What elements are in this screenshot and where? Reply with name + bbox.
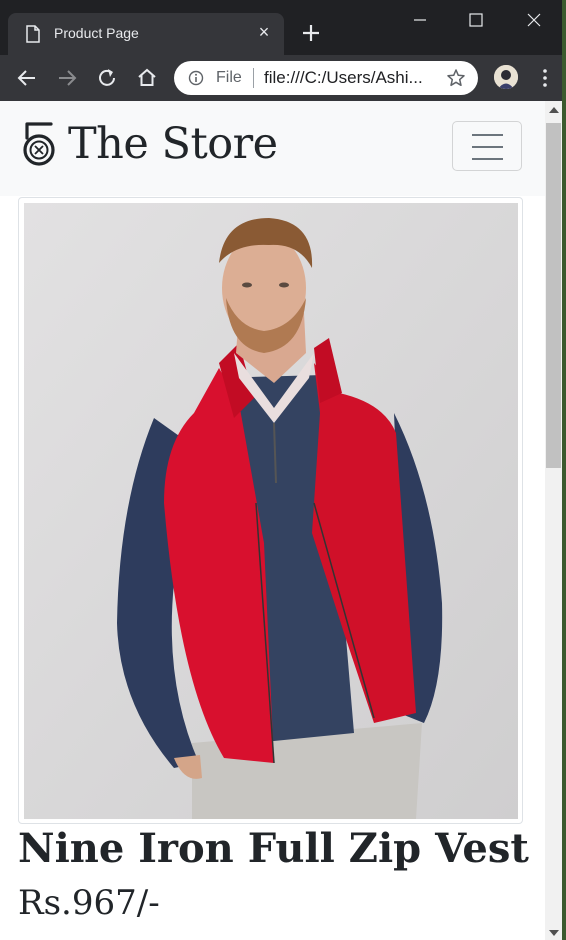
- maximize-icon[interactable]: [462, 6, 490, 34]
- brand-name[interactable]: The Store: [68, 119, 278, 169]
- forward-arrow-icon[interactable]: [54, 65, 80, 91]
- page-viewport: The Store Nine Iron Full Zip Vest Rs.967…: [0, 101, 545, 940]
- page-icon: [26, 25, 40, 43]
- product-photo: [24, 203, 518, 819]
- store-logo-icon[interactable]: [20, 121, 58, 169]
- hamburger-icon: [472, 158, 503, 160]
- plus-icon[interactable]: [300, 22, 322, 44]
- info-icon[interactable]: [188, 70, 204, 86]
- avatar-icon: [494, 65, 518, 89]
- back-arrow-icon[interactable]: [14, 65, 40, 91]
- url-text[interactable]: file:///C:/Users/Ashi...: [264, 68, 423, 88]
- scrollbar-thumb[interactable]: [546, 123, 561, 468]
- kebab-menu-icon[interactable]: [536, 67, 554, 89]
- reload-icon[interactable]: [94, 65, 120, 91]
- scroll-up-arrow-icon[interactable]: [549, 107, 559, 113]
- browser-toolbar: File file:///C:/Users/Ashi...: [0, 55, 566, 101]
- desktop-background-edge: [562, 0, 566, 940]
- hamburger-icon: [472, 134, 503, 136]
- product-title: Nine Iron Full Zip Vest: [18, 825, 529, 872]
- scroll-down-arrow-icon[interactable]: [549, 930, 559, 936]
- product-image[interactable]: [24, 203, 518, 819]
- page-scrollbar[interactable]: [545, 101, 562, 940]
- star-icon[interactable]: [446, 68, 466, 88]
- browser-tab[interactable]: Product Page ×: [8, 13, 284, 55]
- home-icon[interactable]: [134, 65, 160, 91]
- product-image-frame: [18, 197, 523, 824]
- browser-titlebar: Product Page ×: [0, 0, 566, 55]
- product-price: Rs.967/-: [18, 883, 160, 923]
- profile-avatar[interactable]: [494, 65, 518, 89]
- navbar-toggle-button[interactable]: [452, 121, 522, 171]
- omnibox-divider: [253, 68, 254, 88]
- minimize-icon[interactable]: [406, 6, 434, 34]
- tab-title: Product Page: [54, 25, 139, 41]
- site-navbar: The Store: [0, 101, 545, 196]
- close-icon[interactable]: ×: [256, 23, 272, 41]
- url-scheme-label: File: [216, 69, 242, 86]
- address-bar[interactable]: File file:///C:/Users/Ashi...: [174, 61, 478, 95]
- window-close-icon[interactable]: [520, 6, 548, 34]
- hamburger-icon: [472, 146, 503, 148]
